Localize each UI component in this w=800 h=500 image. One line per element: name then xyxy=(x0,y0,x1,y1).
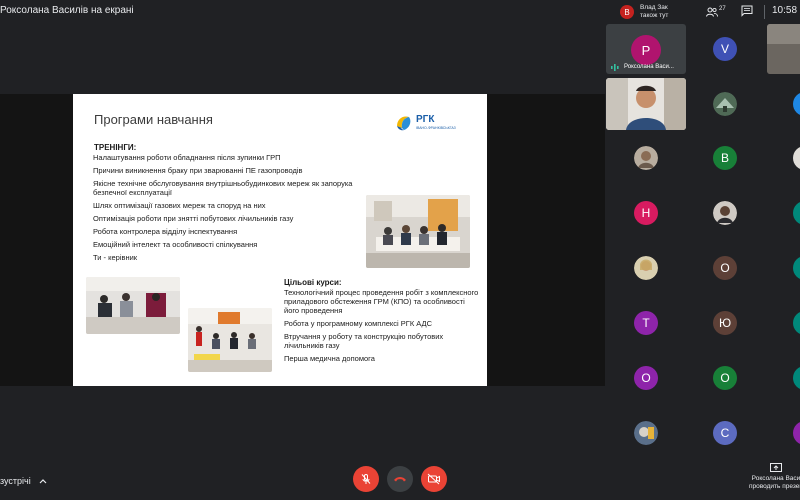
training-item: Якісне технічне обслуговування внутрішнь… xyxy=(93,179,353,197)
people-icon xyxy=(706,7,718,17)
participant-video-tile[interactable] xyxy=(606,78,686,130)
meeting-details-label: зустрічі xyxy=(0,476,31,486)
people-count: 27 xyxy=(719,5,726,12)
participant-avatar[interactable] xyxy=(713,92,737,116)
mic-off-icon xyxy=(361,474,371,484)
self-participant-tile[interactable]: Р Роксолана Васи... xyxy=(606,24,686,74)
clock: 10:58 xyxy=(772,5,798,16)
participant-avatar[interactable] xyxy=(634,256,658,280)
joiner-status: також тут xyxy=(640,12,669,19)
participant-avatar[interactable]: О xyxy=(634,366,658,390)
participant-avatar[interactable]: V xyxy=(713,37,737,61)
company-logo: РГК ІВАНО-ФРАНКІВСЬКГАЗ xyxy=(395,112,477,134)
trainings-heading: ТРЕНІНГИ: xyxy=(94,143,137,152)
divider xyxy=(764,5,765,19)
meeting-details-button[interactable]: зустрічі xyxy=(0,476,47,486)
participant-avatar[interactable] xyxy=(793,256,800,280)
courses-heading: Цільові курси: xyxy=(284,278,342,287)
logo-mark-icon xyxy=(397,116,411,131)
shared-slide: Програми навчання РГК ІВАНО-ФРАНКІВСЬКГА… xyxy=(73,94,487,386)
joiner-name: Влад Зак xyxy=(640,4,668,11)
logo-name: РГК xyxy=(416,114,435,125)
training-item: Шлях оптимізації газових мереж та споруд… xyxy=(93,201,266,210)
training-item: Робота контролера відділу інспектування xyxy=(93,227,238,236)
self-avatar: Р xyxy=(631,35,661,65)
participant-avatar[interactable] xyxy=(793,92,800,116)
classroom-photo xyxy=(366,195,470,268)
speaking-indicator-icon xyxy=(611,64,619,71)
presenting-status: проводить презен xyxy=(749,483,800,490)
participant-avatar[interactable]: Н xyxy=(634,201,658,225)
training-item: Ти - керівник xyxy=(93,253,138,262)
self-name: Роксолана Васи... xyxy=(624,64,674,70)
course-item: Технологічний процес проведення робіт з … xyxy=(284,288,479,315)
camera-toggle-button[interactable] xyxy=(421,466,447,492)
camera-off-icon xyxy=(427,473,440,485)
participant-avatar[interactable]: Ю xyxy=(713,311,737,335)
participant-avatar[interactable] xyxy=(793,146,800,170)
hang-up-icon xyxy=(394,477,406,482)
participant-avatar[interactable] xyxy=(713,201,737,225)
course-item: Робота у програмному комплексі РГК АДС xyxy=(284,319,433,328)
participant-avatar[interactable] xyxy=(634,421,658,445)
participant-avatar[interactable] xyxy=(793,201,800,225)
participant-avatar[interactable]: О xyxy=(713,256,737,280)
top-bar: Роксолана Василів на екрані В Влад Зак т… xyxy=(0,0,800,24)
training-item: Налаштування роботи обладнання після зуп… xyxy=(93,153,281,162)
first-aid-photo xyxy=(188,308,272,372)
chat-icon xyxy=(741,5,753,17)
present-icon xyxy=(770,463,782,472)
logo-subtitle: ІВАНО-ФРАНКІВСЬКГАЗ xyxy=(416,126,456,130)
training-item: Оптимізація роботи при знятті побутових … xyxy=(93,214,294,223)
participant-avatar[interactable] xyxy=(793,421,800,445)
chevron-up-icon xyxy=(39,479,47,484)
trainings-list: Налаштування роботи обладнання після зуп… xyxy=(93,153,373,266)
participant-avatar[interactable]: О xyxy=(713,366,737,390)
training-item: Причини виникнення браку при зварюванні … xyxy=(93,166,303,175)
participant-avatar[interactable]: С xyxy=(713,421,737,445)
training-item: Емоційний інтелект та особливості спілку… xyxy=(93,240,258,249)
chat-button[interactable] xyxy=(741,4,757,20)
presenter-title: Роксолана Василів на екрані xyxy=(0,5,134,16)
slide-title: Програми навчання xyxy=(94,112,213,127)
meeting-photo xyxy=(86,277,180,334)
join-notification[interactable]: В Влад Зак також тут xyxy=(620,3,668,21)
leave-call-button[interactable] xyxy=(387,466,413,492)
participant-avatar[interactable]: Т xyxy=(634,311,658,335)
participant-video-tile[interactable] xyxy=(767,24,800,74)
course-item: Втручання у роботу та конструкцію побуто… xyxy=(284,332,444,350)
courses-list: Технологічний процес проведення робіт з … xyxy=(284,288,479,367)
participant-avatar[interactable] xyxy=(793,311,800,335)
presenting-indicator[interactable]: Роксолана Васи проводить презен xyxy=(746,463,800,497)
presentation-stage: Програми навчання РГК ІВАНО-ФРАНКІВСЬКГА… xyxy=(0,94,605,386)
people-button[interactable]: 27 xyxy=(706,4,728,20)
mic-toggle-button[interactable] xyxy=(353,466,379,492)
participant-avatar[interactable] xyxy=(634,146,658,170)
course-item: Перша медична допомога xyxy=(284,354,375,363)
participant-avatar[interactable]: В xyxy=(713,146,737,170)
participant-avatar[interactable] xyxy=(793,366,800,390)
joiner-avatar: В xyxy=(620,5,634,19)
presenter-name: Роксолана Васи xyxy=(751,475,800,482)
